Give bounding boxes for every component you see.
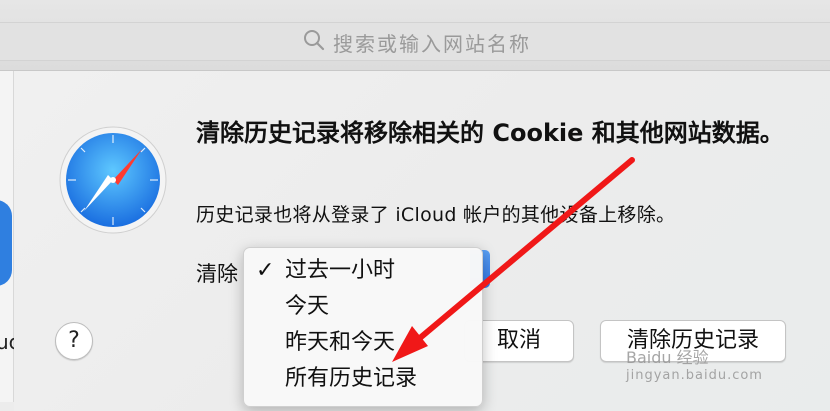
menu-item-today[interactable]: 今天 [244, 290, 482, 324]
clear-range-label: 清除 [196, 262, 238, 286]
menu-item-label: 昨天和今天 [285, 330, 396, 355]
baidu-jingyan-watermark: Baidu 经验 jingyan.baidu.com [626, 344, 763, 383]
help-button[interactable]: ? [55, 322, 93, 360]
menu-item-label: 今天 [285, 294, 330, 319]
menu-item-all-history[interactable]: 所有历史记录 [244, 362, 482, 396]
safari-compass-icon [58, 125, 168, 235]
watermark-url: jingyan.baidu.com [626, 368, 763, 383]
checkmark-icon: ✓ [256, 258, 275, 283]
search-icon [303, 29, 325, 55]
search-input[interactable]: 搜索或输入网站名称 [333, 28, 531, 57]
clear-range-menu: ✓ 过去一小时 今天 昨天和今天 所有历史记录 [243, 247, 483, 407]
menu-item-yesterday-and-today[interactable]: 昨天和今天 [244, 326, 482, 360]
menu-item-label: 过去一小时 [285, 258, 396, 283]
address-bar[interactable]: 搜索或输入网站名称 [0, 22, 830, 61]
address-bar-content: 搜索或输入网站名称 [303, 27, 531, 57]
menu-item-past-hour[interactable]: ✓ 过去一小时 [244, 254, 482, 288]
dialog-subtitle: 历史记录也将从登录了 iCloud 帐户的其他设备上移除。 [196, 204, 676, 226]
safari-toolbar: 搜索或输入网站名称 [0, 0, 830, 71]
dialog-title: 清除历史记录将移除相关的 Cookie 和其他网站数据。 [196, 119, 784, 147]
menu-item-label: 所有历史记录 [285, 366, 418, 391]
background-blue-element [0, 200, 12, 286]
watermark-title: Baidu 经验 [626, 348, 709, 367]
